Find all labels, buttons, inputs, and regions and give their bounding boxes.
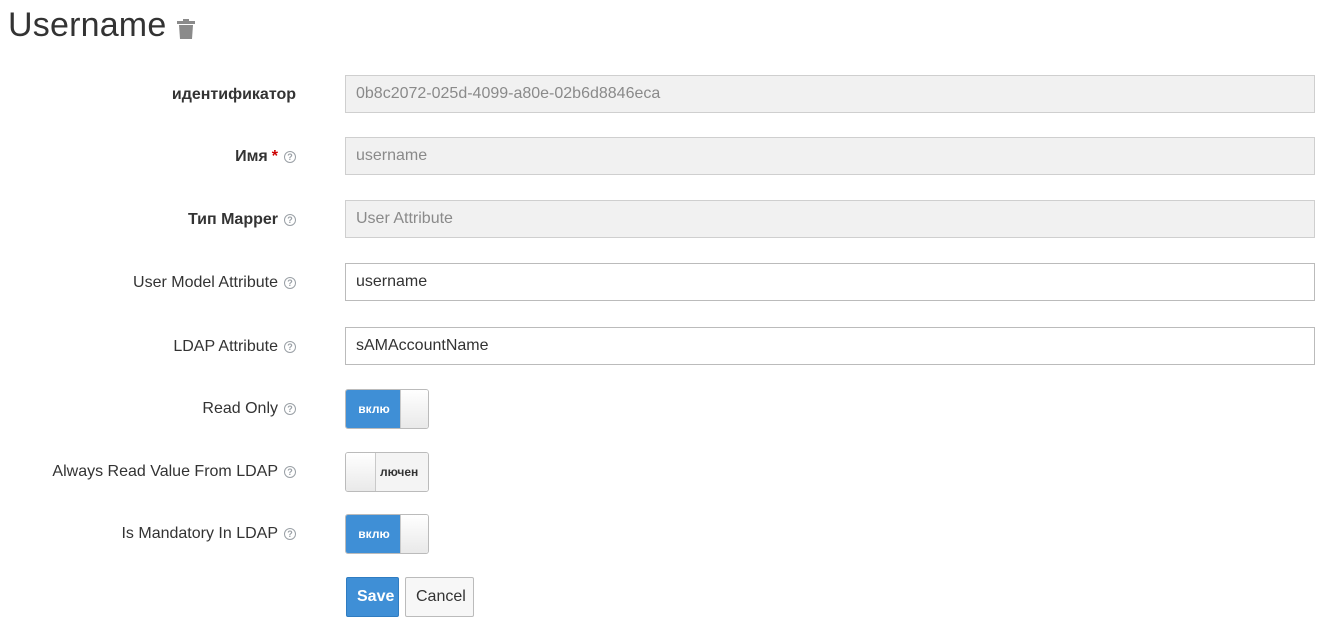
field-row-mapper-type: Тип Mapper ? [0, 200, 1319, 240]
cancel-button[interactable]: Cancel [405, 577, 474, 617]
form-actions: Save Cancel [0, 577, 1319, 617]
trash-icon[interactable] [176, 18, 196, 40]
required-marker: * [271, 148, 278, 165]
field-row-read-only: Read Only ? вклю [0, 389, 1319, 429]
help-icon[interactable]: ? [284, 151, 296, 163]
field-row-always-read-ldap: Always Read Value From LDAP ? лючен [0, 452, 1319, 492]
help-icon[interactable]: ? [284, 403, 296, 415]
help-icon[interactable]: ? [284, 528, 296, 540]
id-label: идентификатор [171, 86, 296, 103]
help-icon[interactable]: ? [284, 341, 296, 353]
mapper-type-field [345, 200, 1315, 238]
read-only-label: Read Only ? [202, 389, 296, 429]
toggle-knob [400, 515, 428, 553]
toggle-off-text: лючен [376, 453, 428, 491]
always-read-ldap-toggle[interactable]: лючен [345, 452, 429, 492]
user-model-attribute-input[interactable] [345, 263, 1315, 301]
toggle-knob [346, 453, 376, 491]
always-read-ldap-label: Always Read Value From LDAP ? [52, 452, 296, 492]
read-only-toggle[interactable]: вклю [345, 389, 429, 429]
field-row-user-model-attribute: User Model Attribute ? [0, 263, 1319, 303]
name-label: Имя * ? [235, 137, 296, 177]
field-row-id: идентификатор [0, 75, 1319, 115]
id-field [345, 75, 1315, 113]
save-button[interactable]: Save [346, 577, 399, 617]
mandatory-ldap-toggle[interactable]: вклю [345, 514, 429, 554]
ldap-attribute-label: LDAP Attribute ? [173, 327, 296, 367]
toggle-knob [400, 390, 428, 428]
toggle-on-text: вклю [346, 515, 402, 553]
name-field [345, 137, 1315, 175]
mandatory-ldap-label: Is Mandatory In LDAP ? [121, 514, 296, 554]
toggle-on-text: вклю [346, 390, 402, 428]
field-row-ldap-attribute: LDAP Attribute ? [0, 327, 1319, 367]
page-title-text: Username [8, 6, 167, 44]
user-model-attribute-label: User Model Attribute ? [133, 263, 296, 303]
field-row-mandatory-ldap: Is Mandatory In LDAP ? вклю [0, 514, 1319, 554]
help-icon[interactable]: ? [284, 466, 296, 478]
help-icon[interactable]: ? [284, 214, 296, 226]
page-title: Username [8, 6, 196, 45]
field-row-name: Имя * ? [0, 137, 1319, 177]
help-icon[interactable]: ? [284, 277, 296, 289]
ldap-attribute-input[interactable] [345, 327, 1315, 365]
mapper-type-label: Тип Mapper ? [188, 200, 296, 240]
